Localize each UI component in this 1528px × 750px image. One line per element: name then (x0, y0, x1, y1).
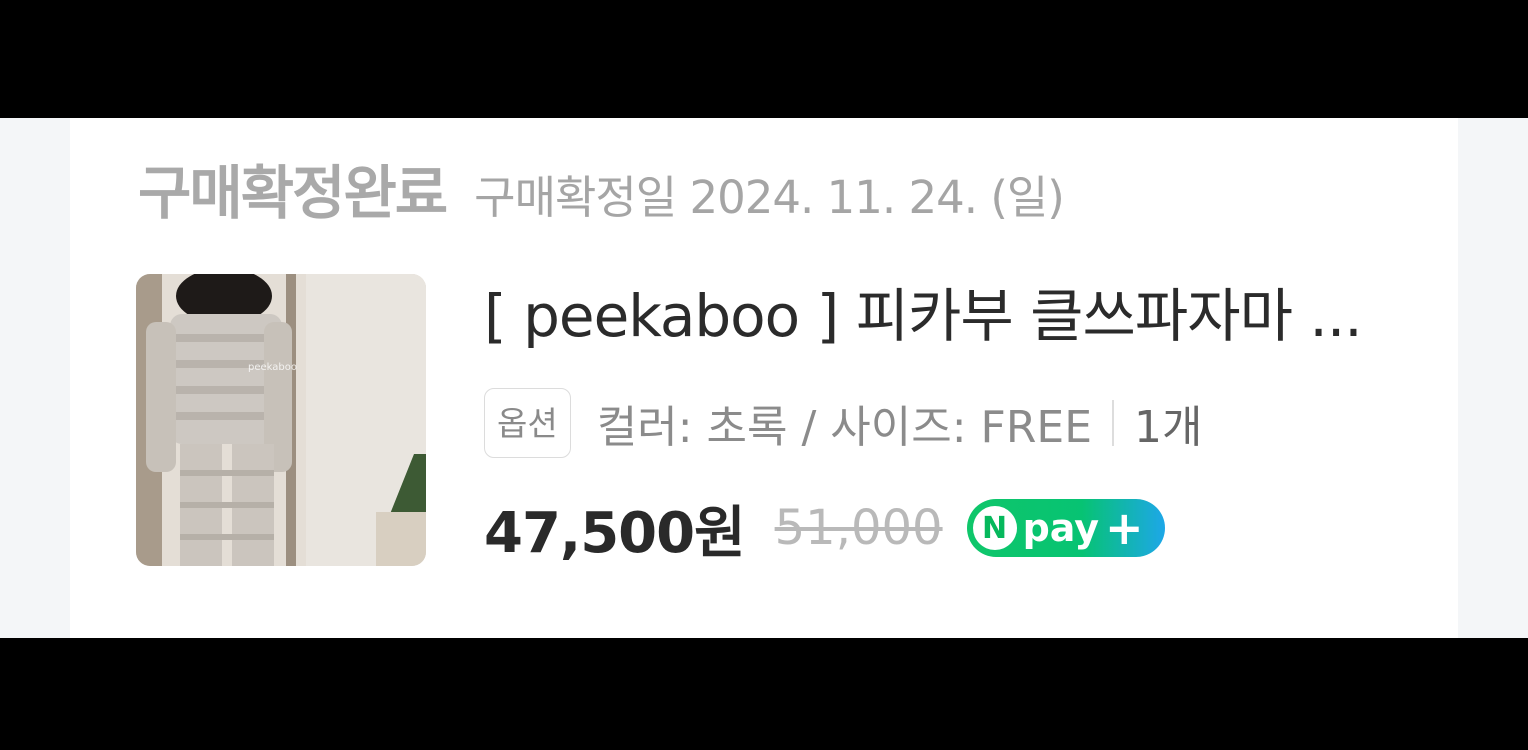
order-card[interactable]: 구매확정완료 구매확정일 2024. 11. 24. (일) peekaboo … (70, 118, 1458, 638)
image-watermark: peekaboo (248, 362, 297, 373)
option-tag: 옵션 (484, 388, 571, 458)
product-image[interactable]: peekaboo (136, 274, 426, 566)
order-status: 구매확정완료 (138, 159, 448, 227)
npay-n-icon: N (972, 506, 1017, 550)
original-price: 51,000 (774, 500, 943, 556)
option-row: 옵션 컬러: 초록 / 사이즈: FREE 1개 (484, 386, 1444, 460)
product-info: [ peekaboo ] 피카부 클쓰파자마 ... 옵션 컬러: 초록 / 사… (484, 274, 1444, 568)
confirm-date: 구매확정일 2024. 11. 24. (일) (474, 171, 1065, 224)
price-row: 47,500원 51,000 N pay + (484, 488, 1444, 568)
quantity: 1개 (1134, 402, 1203, 453)
screen-frame: 구매확정완료 구매확정일 2024. 11. 24. (일) peekaboo … (0, 118, 1528, 638)
divider (1112, 400, 1114, 446)
product-name[interactable]: [ peekaboo ] 피카부 클쓰파자마 ... (484, 274, 1444, 358)
product-photo: peekaboo (136, 274, 426, 566)
plus-icon: + (1105, 501, 1144, 555)
option-text: 컬러: 초록 / 사이즈: FREE (596, 402, 1092, 453)
sale-price: 47,500원 (484, 500, 746, 566)
order-status-row: 구매확정완료 구매확정일 2024. 11. 24. (일) (138, 146, 1065, 227)
npay-plus-badge: N pay + (966, 499, 1165, 557)
npay-label: pay (1022, 506, 1100, 550)
